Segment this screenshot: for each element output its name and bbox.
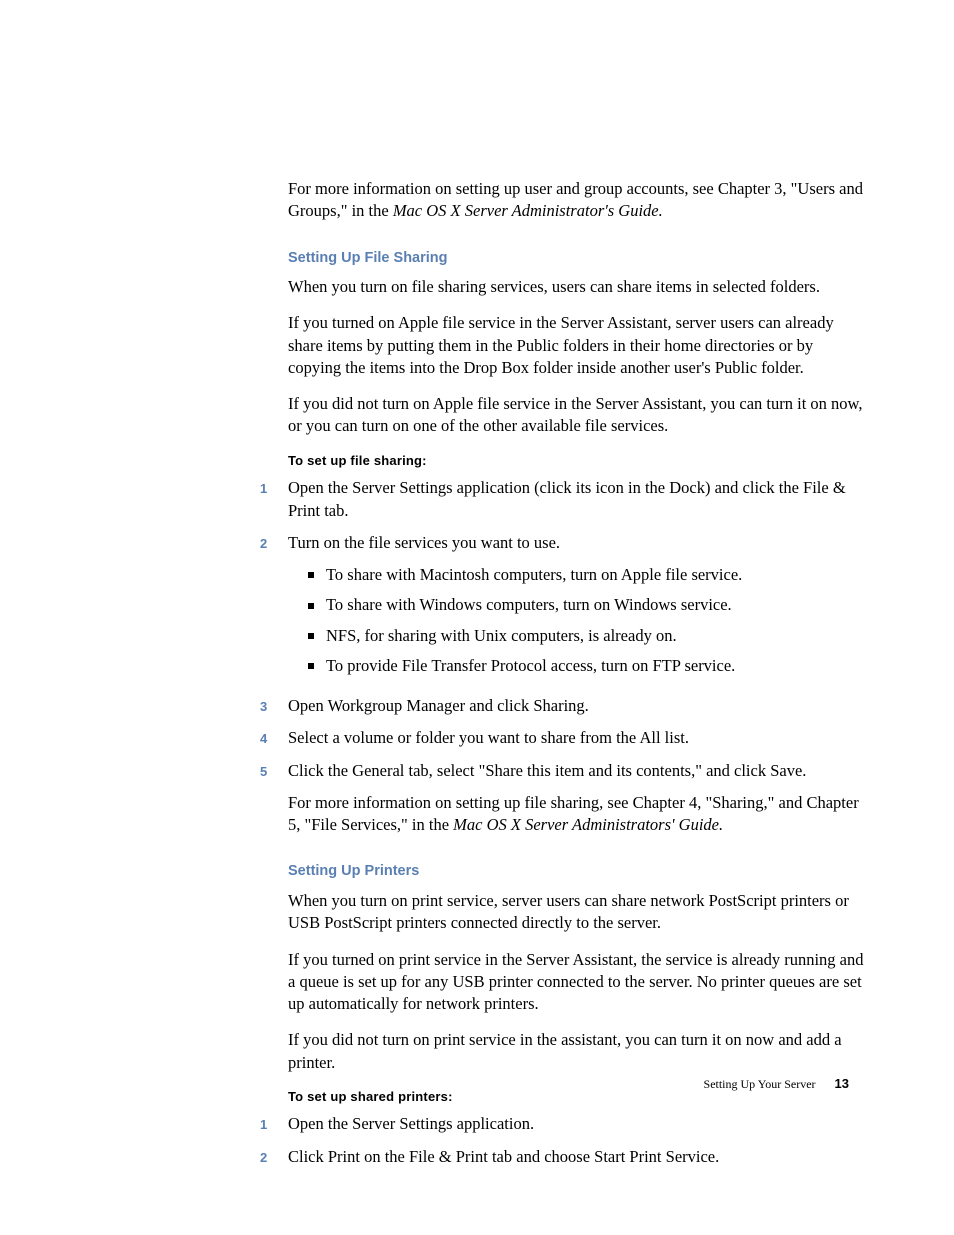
list-item: 4 Select a volume or folder you want to … [260,727,868,749]
list-item: 3 Open Workgroup Manager and click Shari… [260,695,868,717]
page-footer: Setting Up Your Server 13 [704,1075,849,1093]
step-content: Turn on the file services you want to us… [288,532,868,685]
fs-procedure-label: To set up file sharing: [288,452,868,470]
fs-paragraph-3: If you did not turn on Apple file servic… [288,393,868,438]
step-number: 3 [260,698,288,716]
step-number: 5 [260,763,288,781]
list-item: 1 Open the Server Settings application. [260,1113,868,1135]
fs-paragraph-2: If you turned on Apple file service in t… [288,312,868,379]
step-text: Open Workgroup Manager and click Sharing… [288,695,868,717]
page-content: For more information on setting up user … [288,178,868,1182]
fs-after-paragraph: For more information on setting up file … [288,792,868,837]
step-number: 2 [260,1149,288,1167]
pr-paragraph-1: When you turn on print service, server u… [288,890,868,935]
footer-section-title: Setting Up Your Server [704,1077,816,1091]
footer-page-number: 13 [835,1076,849,1091]
step-text: Click the General tab, select "Share thi… [288,761,806,780]
step-number: 2 [260,535,288,553]
fs-paragraph-1: When you turn on file sharing services, … [288,276,868,298]
list-item: 2 Turn on the file services you want to … [260,532,868,685]
step-text: Open the Server Settings application (cl… [288,477,868,522]
bullet-item: To share with Windows computers, turn on… [308,594,868,616]
bullet-item: To share with Macintosh computers, turn … [308,564,868,586]
heading-file-sharing: Setting Up File Sharing [288,249,868,269]
list-item: 1 Open the Server Settings application (… [260,477,868,522]
step-text: Select a volume or folder you want to sh… [288,727,868,749]
pr-steps-list: 1 Open the Server Settings application. … [260,1113,868,1168]
pr-paragraph-2: If you turned on print service in the Se… [288,949,868,1016]
step-number: 1 [260,1116,288,1134]
list-item: 5 Click the General tab, select "Share t… [260,760,868,837]
intro-paragraph: For more information on setting up user … [288,178,868,223]
fs-bullet-list: To share with Macintosh computers, turn … [308,564,868,677]
step-content: Click the General tab, select "Share thi… [288,760,868,837]
step-number: 1 [260,480,288,498]
bullet-item: NFS, for sharing with Unix computers, is… [308,625,868,647]
heading-printers: Setting Up Printers [288,862,868,882]
fs-steps-list: 1 Open the Server Settings application (… [260,477,868,836]
bullet-item: To provide File Transfer Protocol access… [308,655,868,677]
step-text: Turn on the file services you want to us… [288,533,560,552]
list-item: 2 Click Print on the File & Print tab an… [260,1146,868,1168]
intro-reference: Mac OS X Server Administrator's Guide. [393,201,663,220]
step-text: Click Print on the File & Print tab and … [288,1146,868,1168]
step-number: 4 [260,730,288,748]
step-text: Open the Server Settings application. [288,1113,868,1135]
pr-paragraph-3: If you did not turn on print service in … [288,1029,868,1074]
fs-after-reference: Mac OS X Server Administrators' Guide. [453,815,723,834]
